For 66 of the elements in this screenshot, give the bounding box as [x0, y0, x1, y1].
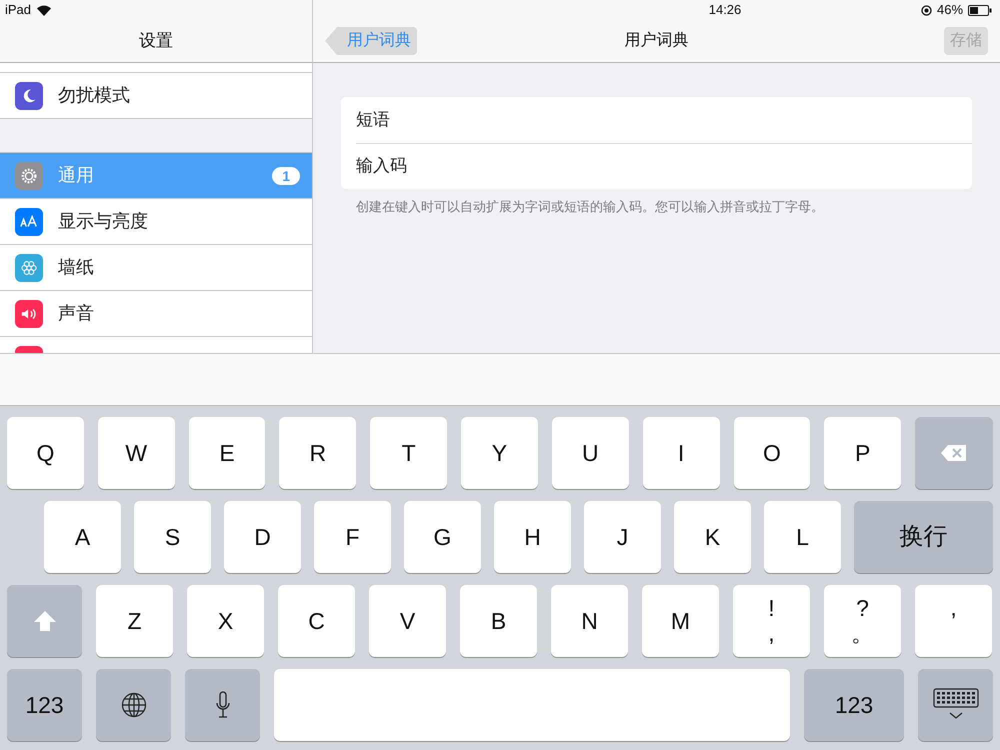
setting-label: 声音 [58, 302, 95, 325]
letter-key[interactable]: I [642, 417, 720, 489]
letter-key[interactable]: Q [7, 417, 84, 489]
letter-key[interactable]: J [584, 501, 661, 573]
help-text: 创建在键入时可以自动扩展为字词或短语的输入码。您可以输入拼音或拉丁字母。 [356, 198, 825, 216]
flower-icon [20, 258, 38, 276]
text-field[interactable]: 输入码 [341, 143, 972, 189]
letter-key[interactable]: C [278, 585, 355, 657]
page-title: 用户词典 [624, 30, 688, 51]
return-key[interactable]: 换行 [854, 501, 993, 573]
settings-row[interactable]: 声音 [0, 291, 312, 337]
letter-key[interactable]: X [187, 585, 264, 657]
setting-label: 显示与亮度 [58, 210, 149, 233]
battery-icon [968, 4, 992, 16]
text-field[interactable]: 短语 [341, 97, 972, 143]
settings-row[interactable]: 显示与亮度 [0, 199, 312, 245]
letter-key[interactable]: K [674, 501, 751, 573]
letter-key[interactable]: F [314, 501, 391, 573]
device-name: iPad [5, 1, 32, 20]
hide-keyboard-key[interactable] [918, 669, 993, 741]
sidebar-title: 设置 [139, 30, 173, 52]
rotation-lock-icon [920, 4, 932, 16]
wifi-icon [37, 4, 52, 16]
setting-label: 勿扰模式 [58, 84, 131, 107]
letter-key[interactable]: ? 。 [824, 585, 901, 657]
globe-icon [120, 692, 146, 718]
microphone-icon [214, 691, 230, 719]
letter-key[interactable]: ! , [733, 585, 810, 657]
number-mode-key[interactable]: 123 [804, 669, 904, 741]
shift-arrow-icon [32, 610, 56, 632]
letter-key[interactable]: D [224, 501, 301, 573]
letter-key[interactable]: G [404, 501, 481, 573]
letter-key[interactable]: S [134, 501, 211, 573]
number-mode-key[interactable]: 123 [7, 669, 82, 741]
space-bar[interactable] [274, 669, 790, 741]
letter-key[interactable]: T [370, 417, 448, 489]
letter-key[interactable]: R [279, 417, 356, 489]
letter-key[interactable]: W [98, 417, 175, 489]
letter-key[interactable]: H [494, 501, 571, 573]
letter-key[interactable]: O [734, 417, 810, 489]
letter-key[interactable]: U [552, 417, 629, 489]
letter-key[interactable]: B [460, 585, 537, 657]
language-key[interactable] [96, 669, 171, 741]
settings-row[interactable]: 墙纸 [0, 245, 312, 291]
letter-key[interactable]: P [824, 417, 902, 489]
letter-key[interactable]: N [551, 585, 628, 657]
backspace-key[interactable] [915, 417, 993, 489]
setting-label: 墙纸 [58, 256, 95, 279]
letter-key[interactable]: ’ [915, 585, 992, 657]
letter-key[interactable]: E [188, 417, 266, 489]
letter-key[interactable]: M [642, 585, 719, 657]
clock: 14:26 [708, 1, 742, 20]
letter-key[interactable]: V [369, 585, 446, 657]
notification-count: 1 [272, 166, 300, 184]
battery-percent: 46% [936, 1, 964, 20]
setting-label: 通用 [58, 164, 95, 187]
settings-row[interactable] [0, 63, 312, 73]
shift-key[interactable] [7, 585, 82, 657]
settings-row[interactable]: 勿扰模式 [0, 73, 312, 119]
letter-key[interactable]: A [44, 501, 121, 573]
backspace-icon [940, 444, 968, 462]
letter-key[interactable]: Y [461, 417, 538, 489]
gear-icon [20, 166, 38, 184]
letter-key[interactable]: L [764, 501, 841, 573]
letter-key[interactable]: Z [96, 585, 173, 657]
dictation-key[interactable] [185, 669, 260, 741]
